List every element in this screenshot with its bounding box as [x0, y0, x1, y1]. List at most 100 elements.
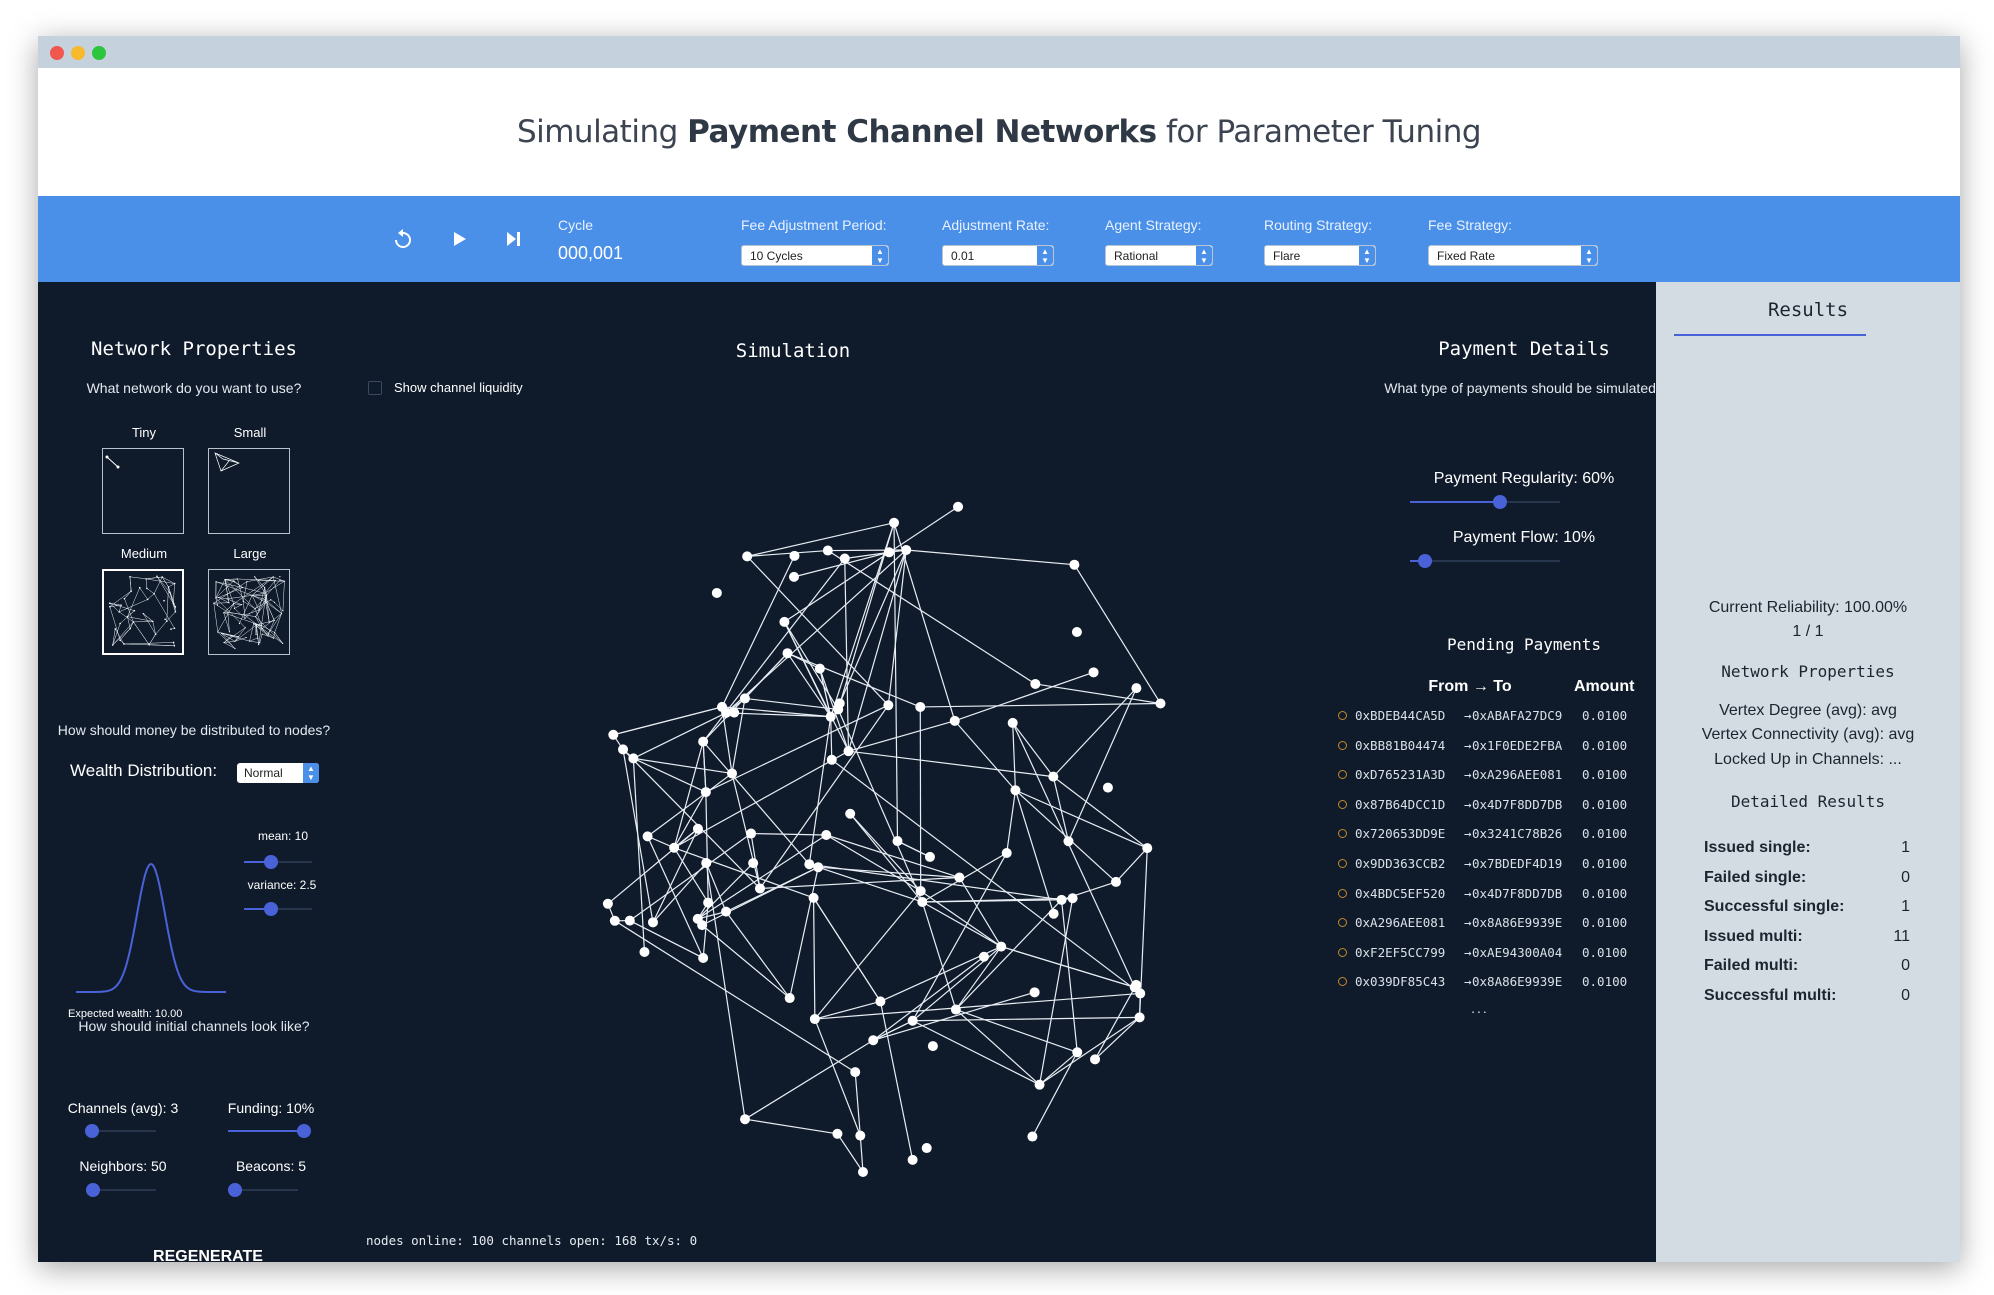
network-node[interactable] — [889, 517, 900, 528]
network-node[interactable] — [779, 616, 790, 627]
network-node[interactable] — [639, 947, 650, 958]
network-node[interactable] — [727, 768, 738, 779]
network-node[interactable] — [703, 897, 714, 908]
close-window-button[interactable] — [50, 46, 64, 60]
network-size-small[interactable] — [208, 448, 290, 534]
network-node[interactable] — [875, 996, 886, 1007]
network-node[interactable] — [1030, 678, 1041, 689]
network-node[interactable] — [813, 862, 824, 873]
network-node[interactable] — [834, 698, 845, 709]
network-node[interactable] — [1155, 698, 1166, 709]
network-node[interactable] — [857, 1167, 868, 1178]
slider-knob[interactable] — [1493, 495, 1507, 509]
slider-knob[interactable] — [297, 1124, 311, 1138]
network-node[interactable] — [921, 1143, 932, 1154]
neighbors-slider[interactable] — [86, 1183, 156, 1197]
network-node[interactable] — [739, 693, 750, 704]
network-node[interactable] — [826, 754, 837, 765]
network-node[interactable] — [669, 842, 680, 853]
network-node[interactable] — [624, 915, 635, 926]
network-node[interactable] — [1110, 876, 1121, 887]
wealth-distribution-select[interactable]: Normal ▲ ▼ — [237, 763, 319, 783]
network-node[interactable] — [1134, 1012, 1145, 1023]
network-size-tiny[interactable] — [102, 448, 184, 534]
network-node[interactable] — [839, 553, 850, 564]
slider-knob[interactable] — [264, 902, 279, 916]
network-node[interactable] — [996, 941, 1007, 952]
network-node[interactable] — [1131, 979, 1142, 990]
network-node[interactable] — [917, 896, 928, 907]
network-graph[interactable] — [558, 452, 1228, 1212]
network-node[interactable] — [701, 857, 712, 868]
network-node[interactable] — [901, 544, 912, 555]
play-button[interactable] — [444, 224, 474, 254]
reset-button[interactable] — [388, 224, 418, 254]
step-button[interactable] — [498, 224, 528, 254]
network-node[interactable] — [832, 1128, 843, 1139]
network-node[interactable] — [950, 1004, 961, 1015]
network-node[interactable] — [788, 571, 799, 582]
network-node[interactable] — [1069, 559, 1080, 570]
network-node[interactable] — [784, 993, 795, 1004]
network-node[interactable] — [843, 746, 854, 757]
network-node[interactable] — [915, 885, 926, 896]
network-node[interactable] — [892, 836, 903, 847]
network-node[interactable] — [814, 663, 825, 674]
network-node[interactable] — [924, 851, 935, 862]
network-node[interactable] — [628, 753, 639, 764]
slider-knob[interactable] — [228, 1183, 242, 1197]
network-node[interactable] — [1090, 1054, 1101, 1065]
slider-knob[interactable] — [84, 1124, 99, 1138]
network-node[interactable] — [808, 892, 819, 903]
network-node[interactable] — [698, 736, 709, 747]
network-node[interactable] — [1131, 683, 1142, 694]
network-node[interactable] — [609, 915, 620, 926]
network-node[interactable] — [754, 883, 765, 894]
slider-knob[interactable] — [264, 855, 279, 869]
network-node[interactable] — [1102, 782, 1113, 793]
network-node[interactable] — [740, 1114, 751, 1125]
network-node[interactable] — [1034, 1079, 1045, 1090]
network-node[interactable] — [927, 1041, 938, 1052]
network-node[interactable] — [949, 715, 960, 726]
agent-strategy-select[interactable]: Rational ▲ ▼ — [1105, 245, 1213, 266]
show-liquidity-checkbox[interactable] — [368, 381, 382, 395]
network-node[interactable] — [789, 550, 800, 561]
network-node[interactable] — [692, 823, 703, 834]
channels-avg-slider[interactable] — [84, 1124, 156, 1138]
network-node[interactable] — [954, 872, 965, 883]
network-node[interactable] — [845, 808, 856, 819]
network-node[interactable] — [697, 920, 708, 931]
network-node[interactable] — [809, 1014, 820, 1025]
network-node[interactable] — [647, 917, 658, 928]
fee-strategy-select[interactable]: Fixed Rate ▲ ▼ — [1428, 245, 1598, 266]
network-node[interactable] — [907, 1015, 918, 1026]
network-node[interactable] — [884, 547, 895, 558]
network-node[interactable] — [618, 744, 629, 755]
network-node[interactable] — [1071, 627, 1082, 638]
network-node[interactable] — [742, 551, 753, 562]
payment-regularity-slider[interactable] — [1410, 495, 1560, 509]
variance-slider[interactable] — [244, 902, 312, 916]
network-node[interactable] — [608, 729, 619, 740]
network-node[interactable] — [1027, 1131, 1038, 1142]
network-node[interactable] — [1010, 785, 1021, 796]
maximize-window-button[interactable] — [92, 46, 106, 60]
network-node[interactable] — [717, 701, 728, 712]
network-node[interactable] — [602, 898, 613, 909]
regenerate-button[interactable]: REGENERATE — [138, 1248, 278, 1262]
network-node[interactable] — [1135, 988, 1146, 999]
payment-flow-slider[interactable] — [1410, 554, 1560, 568]
network-node[interactable] — [642, 831, 653, 842]
network-node[interactable] — [850, 1067, 861, 1078]
network-node[interactable] — [1048, 908, 1059, 919]
network-node[interactable] — [711, 587, 722, 598]
network-node[interactable] — [825, 711, 836, 722]
network-node[interactable] — [720, 906, 731, 917]
mean-slider[interactable] — [244, 855, 312, 869]
network-node[interactable] — [821, 829, 832, 840]
network-node[interactable] — [748, 858, 759, 869]
network-node[interactable] — [1001, 847, 1012, 858]
minimize-window-button[interactable] — [71, 46, 85, 60]
network-node[interactable] — [855, 1130, 866, 1141]
